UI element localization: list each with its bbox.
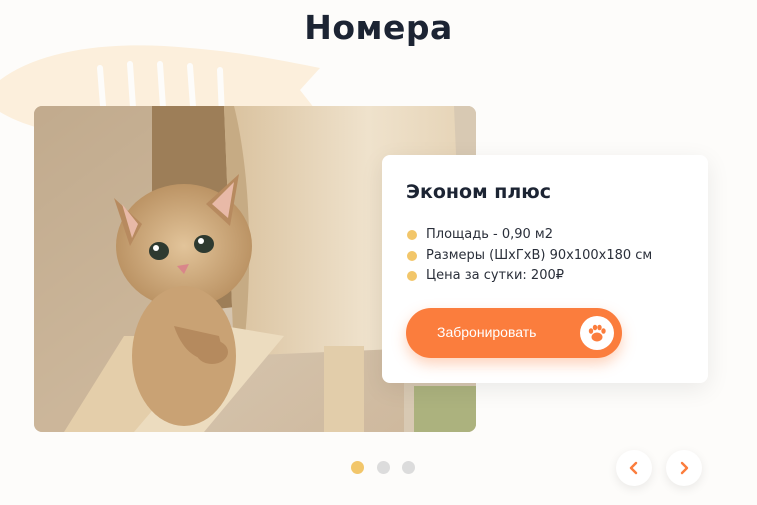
book-button[interactable]: Забронировать	[406, 308, 622, 358]
feature-dimensions: Размеры (ШхГхВ) 90х100х180 см	[406, 246, 684, 267]
slider-prev-button[interactable]	[616, 450, 652, 486]
paw-icon	[580, 316, 614, 350]
room-features: Площадь - 0,90 м2 Размеры (ШхГхВ) 90х100…	[406, 225, 684, 287]
page-title: Номера	[304, 8, 453, 47]
slider-next-button[interactable]	[666, 450, 702, 486]
room-card: Эконом плюс Площадь - 0,90 м2 Размеры (Ш…	[382, 155, 708, 383]
chevron-left-icon	[629, 461, 638, 475]
slider-dot-2[interactable]	[377, 461, 390, 474]
slider-dot-3[interactable]	[402, 461, 415, 474]
room-name: Эконом плюс	[406, 181, 551, 203]
feature-area: Площадь - 0,90 м2	[406, 225, 684, 246]
book-button-label: Забронировать	[437, 324, 537, 340]
feature-price: Цена за сутки: 200₽	[406, 266, 684, 287]
slider-dot-1[interactable]	[351, 461, 364, 474]
chevron-right-icon	[680, 461, 689, 475]
